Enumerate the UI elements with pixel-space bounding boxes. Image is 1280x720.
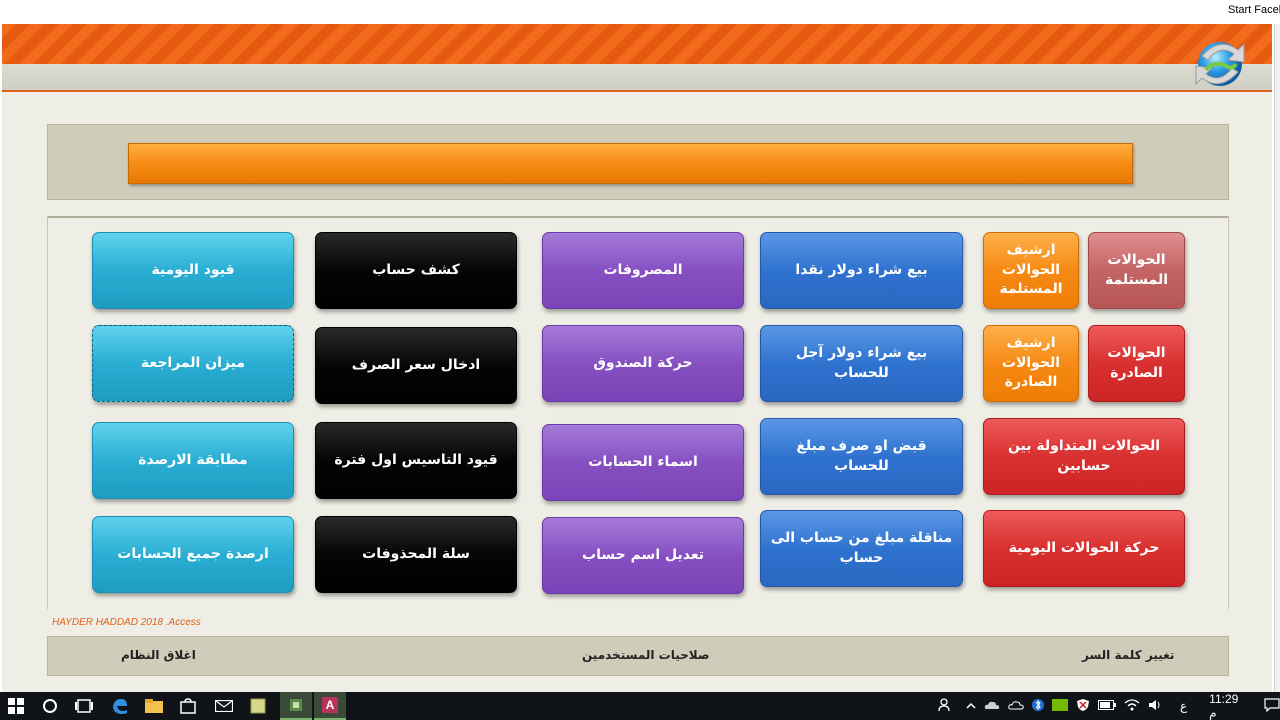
active-app-icon[interactable]: [280, 692, 312, 720]
wifi-icon[interactable]: [1124, 698, 1140, 714]
user-permissions-link[interactable]: صلاحيات المستخدمين: [582, 648, 709, 662]
credit-text: HAYDER HADDAD 2018 .Access: [52, 617, 201, 628]
amount-transfer-between-accounts-button[interactable]: مناقلة مبلغ من حساب الى حساب: [760, 510, 963, 587]
file-explorer-icon[interactable]: [138, 692, 170, 720]
all-account-balances-button[interactable]: ارصدة جميع الحسابات: [92, 516, 294, 593]
mail-icon[interactable]: [208, 692, 240, 720]
windows-taskbar: A ع 11:29 م: [0, 692, 1280, 720]
cash-box-movement-button[interactable]: حركة الصندوق: [542, 325, 744, 402]
volume-icon[interactable]: [1148, 699, 1162, 714]
balance-matching-button[interactable]: مطابقة الارصدة: [92, 422, 294, 499]
tile-label: قيود التاسيس اول فترة: [334, 451, 498, 468]
tile-label: الحوالات المستلمة: [1105, 251, 1168, 288]
header-stripe: [2, 24, 1272, 64]
window-top-strip: Start Faceb: [0, 0, 1280, 24]
expenses-button[interactable]: المصروفات: [542, 232, 744, 309]
vertical-scrollbar[interactable]: [1274, 24, 1280, 692]
tile-label: تعديل اسم حساب: [582, 546, 704, 563]
people-icon[interactable]: [938, 697, 954, 715]
tile-label: ارشيف الحوالات المستلمة: [999, 242, 1063, 298]
issued-transfers-archive-button[interactable]: ارشيف الحوالات الصادرة: [983, 325, 1079, 402]
opening-entries-button[interactable]: قيود التاسيس اول فترة: [315, 422, 517, 499]
edit-account-name-button[interactable]: تعديل اسم حساب: [542, 517, 744, 594]
tile-label: كشف حساب: [372, 261, 460, 278]
tile-label: الحوالات الصادرة: [1107, 344, 1166, 381]
change-password-link[interactable]: تغيير كلمة السر: [1082, 648, 1174, 662]
tile-label: ادخال سعر الصرف: [351, 356, 481, 373]
trial-balance-button[interactable]: ميزان المراجعة: [92, 325, 294, 402]
app-logo-icon: [1195, 42, 1245, 86]
tile-label: مناقلة مبلغ من حساب الى حساب: [770, 529, 953, 566]
journal-entries-button[interactable]: قيود اليومية: [92, 232, 294, 309]
battery-icon[interactable]: [1098, 699, 1116, 713]
language-indicator[interactable]: ع: [1180, 699, 1187, 713]
tile-label: مطابقة الارصدة: [138, 451, 248, 468]
chevron-up-icon[interactable]: [966, 699, 976, 713]
tile-label: اسماء الحسابات: [588, 453, 698, 470]
cash-dollar-trade-button[interactable]: بيع شراء دولار نقدا: [760, 232, 963, 309]
tile-label: حركة الصندوق: [593, 354, 693, 371]
nvidia-icon[interactable]: [1052, 698, 1068, 714]
daily-transfers-movement-button[interactable]: حركة الحوالات اليومية: [983, 510, 1185, 587]
tile-label: قبض او صرف مبلغ للحساب: [796, 437, 927, 474]
cloud-icon[interactable]: [1008, 699, 1024, 713]
bluetooth-icon[interactable]: [1032, 698, 1044, 715]
tile-label: حركة الحوالات اليومية: [1008, 539, 1160, 556]
close-system-link[interactable]: اغلاق النظام: [121, 648, 196, 662]
exchange-rate-entry-button[interactable]: ادخال سعر الصرف: [315, 327, 517, 404]
tile-label: بيع شراء دولار آجل للحساب: [795, 344, 928, 381]
tile-label: المصروفات: [603, 261, 683, 278]
task-view-icon[interactable]: [68, 692, 100, 720]
title-bar: [128, 143, 1133, 184]
inter-account-transfers-button[interactable]: الحوالات المتداولة بين حسابين: [983, 418, 1185, 495]
edge-browser-icon[interactable]: [104, 692, 136, 720]
tile-label: قيود اليومية: [151, 261, 235, 278]
system-tray: ع 11:29 م: [938, 692, 1280, 720]
clock-time[interactable]: 11:29 م: [1209, 692, 1238, 720]
tile-label: ارشيف الحوالات الصادرة: [1001, 335, 1061, 391]
tile-label: ميزان المراجعة: [140, 354, 246, 371]
search-circle-icon[interactable]: [34, 692, 66, 720]
notifications-icon[interactable]: [1264, 697, 1280, 715]
credit-dollar-trade-button[interactable]: بيع شراء دولار آجل للحساب: [760, 325, 963, 402]
security-shield-icon[interactable]: [1076, 698, 1090, 715]
tile-label: سلة المحذوفات: [362, 545, 470, 562]
header-band: [2, 64, 1272, 92]
account-statement-button[interactable]: كشف حساب: [315, 232, 517, 309]
receive-pay-amount-button[interactable]: قبض او صرف مبلغ للحساب: [760, 418, 963, 495]
received-transfers-button[interactable]: الحوالات المستلمة: [1088, 232, 1185, 309]
onedrive-icon[interactable]: [984, 699, 1000, 713]
tile-label: ارصدة جميع الحسابات: [117, 545, 269, 562]
issued-transfers-button[interactable]: الحوالات الصادرة: [1088, 325, 1185, 402]
tile-label: بيع شراء دولار نقدا: [795, 261, 928, 278]
access-app-badge: A: [322, 697, 338, 713]
access-app-icon[interactable]: A: [314, 692, 346, 720]
windows-start-icon[interactable]: [0, 692, 32, 720]
window-title-text: Start Faceb: [1228, 4, 1280, 16]
recycle-bin-button[interactable]: سلة المحذوفات: [315, 516, 517, 593]
store-icon[interactable]: [172, 692, 204, 720]
notes-app-icon[interactable]: [242, 692, 274, 720]
account-names-button[interactable]: اسماء الحسابات: [542, 424, 744, 501]
received-transfers-archive-button[interactable]: ارشيف الحوالات المستلمة: [983, 232, 1079, 309]
tile-label: الحوالات المتداولة بين حسابين: [1007, 437, 1161, 474]
